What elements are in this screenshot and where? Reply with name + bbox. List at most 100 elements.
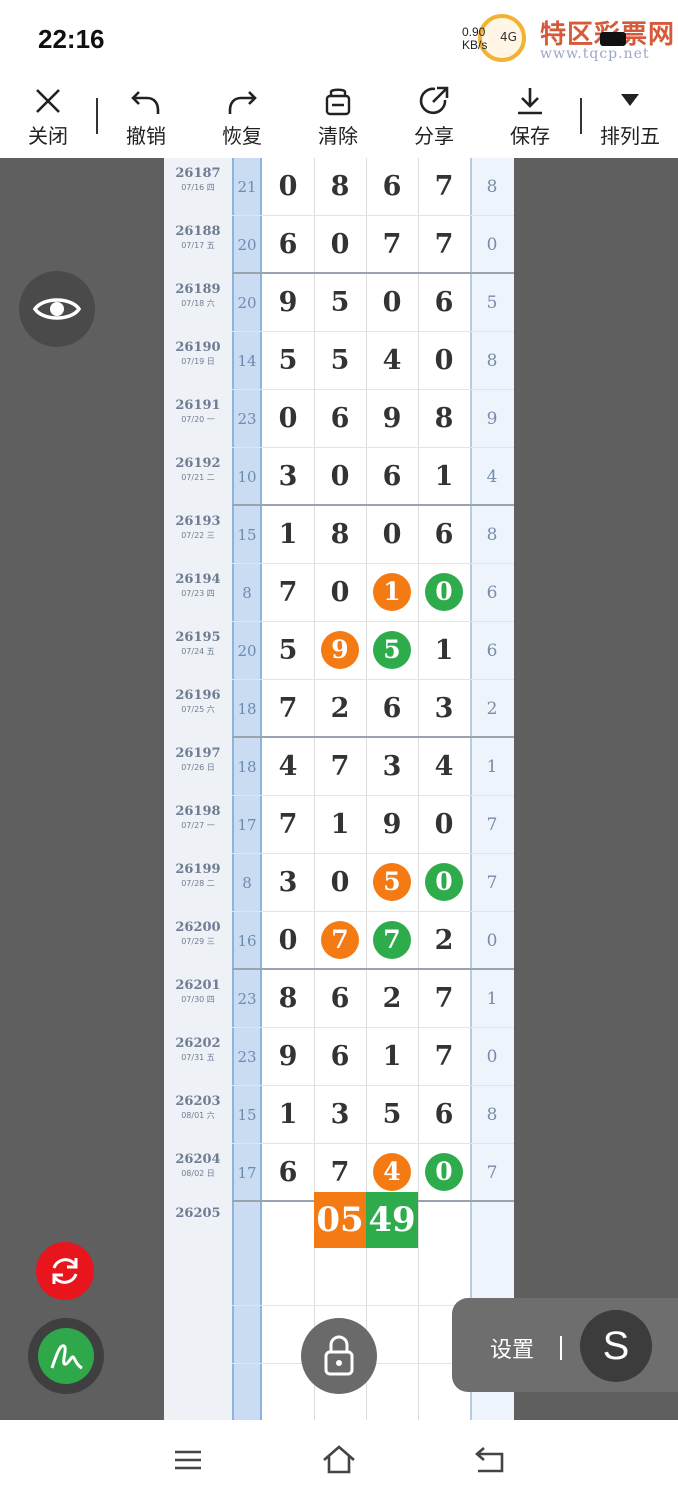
pending-green-value[interactable]: 49 xyxy=(366,1192,418,1248)
digit-cell[interactable]: 6 xyxy=(366,158,418,216)
game-select-button[interactable]: 排列五 xyxy=(588,80,672,149)
digit-cell[interactable]: 5 xyxy=(366,1086,418,1144)
digit-cell[interactable]: 6 xyxy=(418,506,470,564)
digit-cell[interactable]: 4 xyxy=(366,332,418,390)
digit-cell[interactable]: 9 xyxy=(262,1028,314,1086)
s-button[interactable]: S xyxy=(580,1310,652,1382)
eye-toggle-button[interactable] xyxy=(19,271,95,347)
digit-cell[interactable]: 5 xyxy=(262,332,314,390)
digit-cell[interactable]: 1 xyxy=(366,564,418,622)
digit-cell[interactable]: 3 xyxy=(262,448,314,506)
digit-cell[interactable]: 7 xyxy=(262,680,314,738)
menu-icon[interactable] xyxy=(170,1442,206,1478)
digit-cell[interactable]: 6 xyxy=(262,216,314,274)
digit-cell[interactable]: 7 xyxy=(262,796,314,854)
digit-cell[interactable]: 3 xyxy=(366,738,418,796)
watermark-url: www.tqcp.net xyxy=(540,46,650,62)
digit-cell[interactable]: 1 xyxy=(314,796,366,854)
digit-cell[interactable]: 1 xyxy=(262,506,314,564)
tail-cell: 8 xyxy=(486,525,498,545)
digit-cell[interactable]: 6 xyxy=(418,1086,470,1144)
table-row: 26191 07/20 一 23 0 6 9 8 9 xyxy=(164,390,514,448)
digit-cell[interactable]: 0 xyxy=(314,564,366,622)
draw-button[interactable] xyxy=(38,1328,94,1384)
home-icon[interactable] xyxy=(320,1442,358,1478)
digit-cell[interactable]: 0 xyxy=(418,854,470,912)
digit-cell[interactable]: 1 xyxy=(418,622,470,680)
digit-cell[interactable]: 0 xyxy=(418,564,470,622)
digit-cell[interactable]: 5 xyxy=(366,854,418,912)
digit-cell[interactable]: 2 xyxy=(418,912,470,970)
clear-button[interactable]: 清除 xyxy=(298,80,378,149)
digit-cell[interactable]: 7 xyxy=(314,912,366,970)
digit-cell[interactable]: 7 xyxy=(418,158,470,216)
redo-button[interactable]: 恢复 xyxy=(202,80,282,149)
digit-cell[interactable]: 0 xyxy=(314,448,366,506)
digit-cell[interactable]: 8 xyxy=(314,506,366,564)
digit-cell[interactable]: 7 xyxy=(366,216,418,274)
digit-cell[interactable]: 6 xyxy=(314,1028,366,1086)
close-button[interactable]: 关闭 xyxy=(8,80,88,149)
digit-cell[interactable]: 8 xyxy=(418,390,470,448)
digit-cell[interactable]: 6 xyxy=(418,274,470,332)
digit-cell[interactable]: 5 xyxy=(366,622,418,680)
digit-cell[interactable]: 0 xyxy=(314,854,366,912)
digit-cell[interactable]: 1 xyxy=(366,1028,418,1086)
undo-button[interactable]: 撤销 xyxy=(106,80,186,149)
digit-cell[interactable]: 9 xyxy=(366,796,418,854)
digit-cell[interactable]: 7 xyxy=(418,970,470,1028)
sum-cell: 14 xyxy=(237,352,257,370)
digit-cell[interactable]: 0 xyxy=(418,796,470,854)
digit-cell[interactable]: 8 xyxy=(314,158,366,216)
digit-cell[interactable]: 6 xyxy=(314,390,366,448)
refresh-button[interactable] xyxy=(36,1242,94,1300)
digit-cell[interactable]: 1 xyxy=(262,1086,314,1144)
issue-cell: 26198 07/27 一 xyxy=(164,796,232,854)
digit-cell[interactable]: 4 xyxy=(418,738,470,796)
save-button[interactable]: 保存 xyxy=(490,80,570,149)
digit-cell[interactable]: 6 xyxy=(366,680,418,738)
digit-cell[interactable]: 5 xyxy=(314,274,366,332)
settings-button[interactable]: 设置 xyxy=(490,1332,534,1364)
digit-cell[interactable]: 0 xyxy=(366,506,418,564)
back-icon[interactable] xyxy=(472,1442,508,1478)
tail-cell: 7 xyxy=(486,815,498,835)
battery-icon xyxy=(600,32,626,46)
digit-cell[interactable]: 0 xyxy=(262,912,314,970)
issue-cell: 26193 07/22 三 xyxy=(164,506,232,564)
digit-cell[interactable]: 3 xyxy=(418,680,470,738)
digit-cell[interactable]: 6 xyxy=(314,970,366,1028)
digit-cell[interactable]: 9 xyxy=(366,390,418,448)
lock-button[interactable] xyxy=(301,1318,377,1394)
digit-cell[interactable]: 9 xyxy=(314,622,366,680)
digit-cell[interactable]: 7 xyxy=(366,912,418,970)
digit-cell[interactable]: 7 xyxy=(418,1028,470,1086)
digit-cell[interactable]: 0 xyxy=(314,216,366,274)
orange-ball: 4 xyxy=(373,1152,411,1191)
tail-cell: 8 xyxy=(486,351,498,371)
digit-cell[interactable]: 7 xyxy=(262,564,314,622)
digit-cell[interactable]: 7 xyxy=(314,738,366,796)
digit-cell[interactable]: 4 xyxy=(262,738,314,796)
digit-cell[interactable]: 3 xyxy=(314,1086,366,1144)
digit-cell[interactable]: 5 xyxy=(262,622,314,680)
digit-cell[interactable]: 8 xyxy=(262,970,314,1028)
table-row: 26195 07/24 五 20 5 9 5 1 6 xyxy=(164,622,514,680)
toolbar: 关闭 撤销 恢复 清除 分享 保存 排列五 xyxy=(0,80,678,158)
digit-cell[interactable]: 1 xyxy=(418,448,470,506)
digit-cell[interactable]: 7 xyxy=(418,216,470,274)
pending-orange-value[interactable]: 05 xyxy=(314,1192,366,1248)
digit-cell[interactable]: 2 xyxy=(366,970,418,1028)
digit-cell[interactable]: 3 xyxy=(262,854,314,912)
digit-cell[interactable]: 0 xyxy=(262,390,314,448)
digit-cell[interactable]: 9 xyxy=(262,274,314,332)
share-button[interactable]: 分享 xyxy=(394,80,474,149)
digit-cell[interactable]: 6 xyxy=(366,448,418,506)
issue-cell xyxy=(164,1248,232,1306)
digit-cell[interactable]: 5 xyxy=(314,332,366,390)
tail-cell: 1 xyxy=(486,989,498,1009)
digit-cell[interactable]: 0 xyxy=(418,332,470,390)
digit-cell[interactable]: 2 xyxy=(314,680,366,738)
digit-cell[interactable]: 0 xyxy=(366,274,418,332)
digit-cell[interactable]: 0 xyxy=(262,158,314,216)
